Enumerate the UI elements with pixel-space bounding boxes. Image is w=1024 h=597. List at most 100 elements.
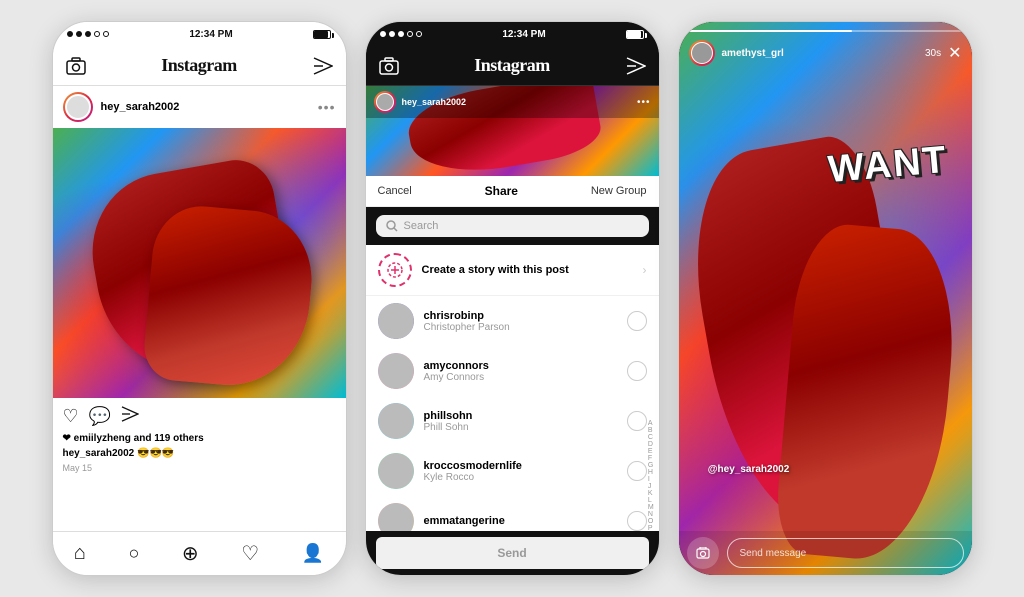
contact-avatar-4 xyxy=(378,503,414,531)
post-avatar[interactable] xyxy=(63,92,93,122)
status-bar-2: 12:34 PM xyxy=(366,22,659,46)
contact-fullname-2: Phill Sohn xyxy=(424,422,617,433)
create-story-icon xyxy=(378,253,412,287)
thumb-avatar-inner xyxy=(376,93,394,111)
share-search-bar[interactable]: Search xyxy=(376,215,649,237)
contact-avatar-2 xyxy=(378,403,414,439)
like-icon[interactable]: ♡ xyxy=(63,406,79,427)
contact-name-1: amyconnors xyxy=(424,360,617,372)
instagram-logo-1: Instagram xyxy=(161,55,237,76)
battery-fill-2 xyxy=(627,31,641,38)
dot-5 xyxy=(103,31,109,37)
post-caption: hey_sarah2002 😎😎😎 xyxy=(53,446,346,461)
face-1 xyxy=(378,353,414,389)
dot-2-4 xyxy=(407,31,413,37)
face-2 xyxy=(378,403,414,439)
status-icons-1 xyxy=(313,30,331,39)
share-post-thumbnail: hey_sarah2002 ••• xyxy=(366,86,659,176)
story-mention: @hey_sarah2002 xyxy=(708,464,789,475)
signal-dots xyxy=(67,31,109,37)
contact-item-0[interactable]: chrisrobinp Christopher Parson xyxy=(366,296,659,346)
dot-2-1 xyxy=(380,31,386,37)
contact-avatar-0 xyxy=(378,303,414,339)
story-camera-button[interactable] xyxy=(687,537,719,569)
send-icon-2[interactable] xyxy=(625,55,647,77)
contact-info-3: kroccosmodernlife Kyle Rocco xyxy=(424,460,617,483)
share-header: Cancel Share New Group xyxy=(366,176,659,207)
contact-info-0: chrisrobinp Christopher Parson xyxy=(424,310,617,333)
phone-story: WANT @hey_sarah2002 amethyst_grl 30s ✕ xyxy=(678,21,973,576)
post-actions: ♡ 💬 xyxy=(53,398,346,431)
post-image xyxy=(53,128,346,398)
battery-fill-1 xyxy=(314,31,328,38)
story-time: 30s xyxy=(925,48,941,59)
story-bottom: Send message xyxy=(679,531,972,575)
face-3 xyxy=(378,453,414,489)
contact-check-0[interactable] xyxy=(627,311,647,331)
thumb-avatar xyxy=(374,91,396,113)
story-message-input[interactable]: Send message xyxy=(727,538,964,568)
dot-4 xyxy=(94,31,100,37)
nav-bar-2: Instagram xyxy=(366,46,659,86)
nav-bar-1: Instagram xyxy=(53,46,346,86)
signal-dots-2 xyxy=(380,31,422,37)
contact-avatar-3 xyxy=(378,453,414,489)
home-icon[interactable]: ⌂ xyxy=(74,542,86,565)
status-time-1: 12:34 PM xyxy=(189,29,232,40)
caption-emoji: 😎😎😎 xyxy=(137,448,174,459)
contact-info-2: phillsohn Phill Sohn xyxy=(424,410,617,433)
more-options-icon[interactable]: ••• xyxy=(318,99,336,115)
contact-item-3[interactable]: kroccosmodernlife Kyle Rocco xyxy=(366,446,659,496)
contact-check-1[interactable] xyxy=(627,361,647,381)
contact-info-1: amyconnors Amy Connors xyxy=(424,360,617,383)
contact-check-4[interactable] xyxy=(627,511,647,531)
cancel-button[interactable]: Cancel xyxy=(378,185,412,197)
search-icon xyxy=(386,220,398,232)
contact-check-2[interactable] xyxy=(627,411,647,431)
thumb-header: hey_sarah2002 ••• xyxy=(366,86,659,118)
dot-2-2 xyxy=(389,31,395,37)
face-0 xyxy=(378,303,414,339)
bottom-nav-1: ⌂ ○ ⊕ ♡ 👤 xyxy=(53,531,346,575)
caption-username: hey_sarah2002 xyxy=(63,448,135,459)
contact-info-4: emmatangerine xyxy=(424,515,617,527)
battery-icon-2 xyxy=(626,30,644,39)
share-title: Share xyxy=(485,184,518,198)
post-username[interactable]: hey_sarah2002 xyxy=(101,101,310,113)
contact-item-2[interactable]: phillsohn Phill Sohn xyxy=(366,396,659,446)
dot-2-3 xyxy=(398,31,404,37)
post-date: May 15 xyxy=(53,461,346,475)
post-likes: ❤ emiilyzheng and 119 others xyxy=(53,431,346,446)
story-background: WANT @hey_sarah2002 amethyst_grl 30s ✕ xyxy=(679,22,972,575)
message-placeholder: Send message xyxy=(740,548,807,559)
new-group-button[interactable]: New Group xyxy=(591,185,647,197)
send-icon[interactable] xyxy=(312,55,334,77)
send-button[interactable]: Send xyxy=(376,537,649,569)
contact-avatar-1 xyxy=(378,353,414,389)
share-list: Create a story with this post › chrisrob… xyxy=(366,245,659,531)
contact-fullname-1: Amy Connors xyxy=(424,372,617,383)
likes-nav-icon[interactable]: ♡ xyxy=(241,541,259,566)
dot-1 xyxy=(67,31,73,37)
camera-icon-2[interactable] xyxy=(378,55,400,77)
close-icon[interactable]: ✕ xyxy=(948,43,961,63)
contact-check-3[interactable] xyxy=(627,461,647,481)
contact-fullname-3: Kyle Rocco xyxy=(424,472,617,483)
add-post-icon[interactable]: ⊕ xyxy=(182,541,199,566)
comment-icon[interactable]: 💬 xyxy=(89,406,111,427)
profile-icon[interactable]: 👤 xyxy=(302,543,324,564)
camera-icon[interactable] xyxy=(65,55,87,77)
contact-name-4: emmatangerine xyxy=(424,515,617,527)
status-bar-3 xyxy=(679,22,972,46)
phone-feed: 12:34 PM Instagram hey_sarah2 xyxy=(52,21,347,576)
contact-item-1[interactable]: amyconnors Amy Connors xyxy=(366,346,659,396)
share-post-icon[interactable] xyxy=(121,406,139,427)
explore-icon[interactable]: ○ xyxy=(128,543,139,564)
search-placeholder: Search xyxy=(404,220,439,232)
contact-item-4[interactable]: emmatangerine xyxy=(366,496,659,531)
contact-name-3: kroccosmodernlife xyxy=(424,460,617,472)
face-4 xyxy=(378,503,414,531)
thumb-more: ••• xyxy=(637,97,651,108)
contact-fullname-0: Christopher Parson xyxy=(424,322,617,333)
create-story-item[interactable]: Create a story with this post › xyxy=(366,245,659,296)
